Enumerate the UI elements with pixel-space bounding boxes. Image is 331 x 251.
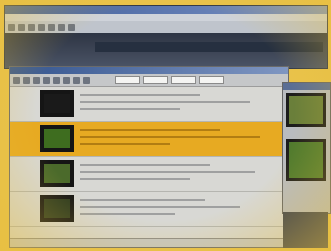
toolbar-button[interactable] xyxy=(38,23,45,31)
toolbar-button[interactable] xyxy=(48,23,55,31)
toolbar-button[interactable] xyxy=(8,23,15,31)
toolbar-button[interactable] xyxy=(18,23,25,31)
background-toolbar xyxy=(5,21,327,33)
toolbar-button[interactable] xyxy=(28,23,35,31)
preview-title xyxy=(283,83,330,90)
sort-select[interactable] xyxy=(171,76,196,84)
toolbar-button[interactable] xyxy=(68,23,75,31)
main-toolbar xyxy=(10,74,288,87)
list-item[interactable] xyxy=(10,192,288,227)
toolbar-button[interactable] xyxy=(33,76,40,84)
main-window-titlebar xyxy=(10,67,288,74)
list-item[interactable] xyxy=(10,157,288,192)
preview-image xyxy=(286,139,326,181)
search-input[interactable] xyxy=(115,76,140,84)
toolbar-button[interactable] xyxy=(23,76,30,84)
background-window-titlebar xyxy=(5,6,327,14)
toolbar-button[interactable] xyxy=(13,76,20,84)
background-menu-bar xyxy=(5,14,327,21)
toolbar-button[interactable] xyxy=(63,76,70,84)
background-strip xyxy=(95,42,323,52)
main-window xyxy=(9,66,289,248)
item-thumbnail xyxy=(40,195,74,222)
toolbar-button[interactable] xyxy=(83,76,90,84)
item-list xyxy=(10,87,288,239)
filter-input[interactable] xyxy=(143,76,168,84)
view-select[interactable] xyxy=(199,76,224,84)
preview-image xyxy=(286,93,326,127)
side-dark-area xyxy=(283,212,328,248)
status-bar xyxy=(10,238,288,247)
toolbar-button[interactable] xyxy=(58,23,65,31)
list-item[interactable] xyxy=(10,87,288,122)
toolbar-button[interactable] xyxy=(73,76,80,84)
preview-panel xyxy=(282,82,331,214)
item-thumbnail xyxy=(40,90,74,117)
background-window xyxy=(4,5,328,69)
toolbar-button[interactable] xyxy=(53,76,60,84)
toolbar-button[interactable] xyxy=(43,76,50,84)
list-item-selected[interactable] xyxy=(10,122,288,157)
item-thumbnail xyxy=(40,160,74,187)
item-thumbnail xyxy=(40,125,74,152)
